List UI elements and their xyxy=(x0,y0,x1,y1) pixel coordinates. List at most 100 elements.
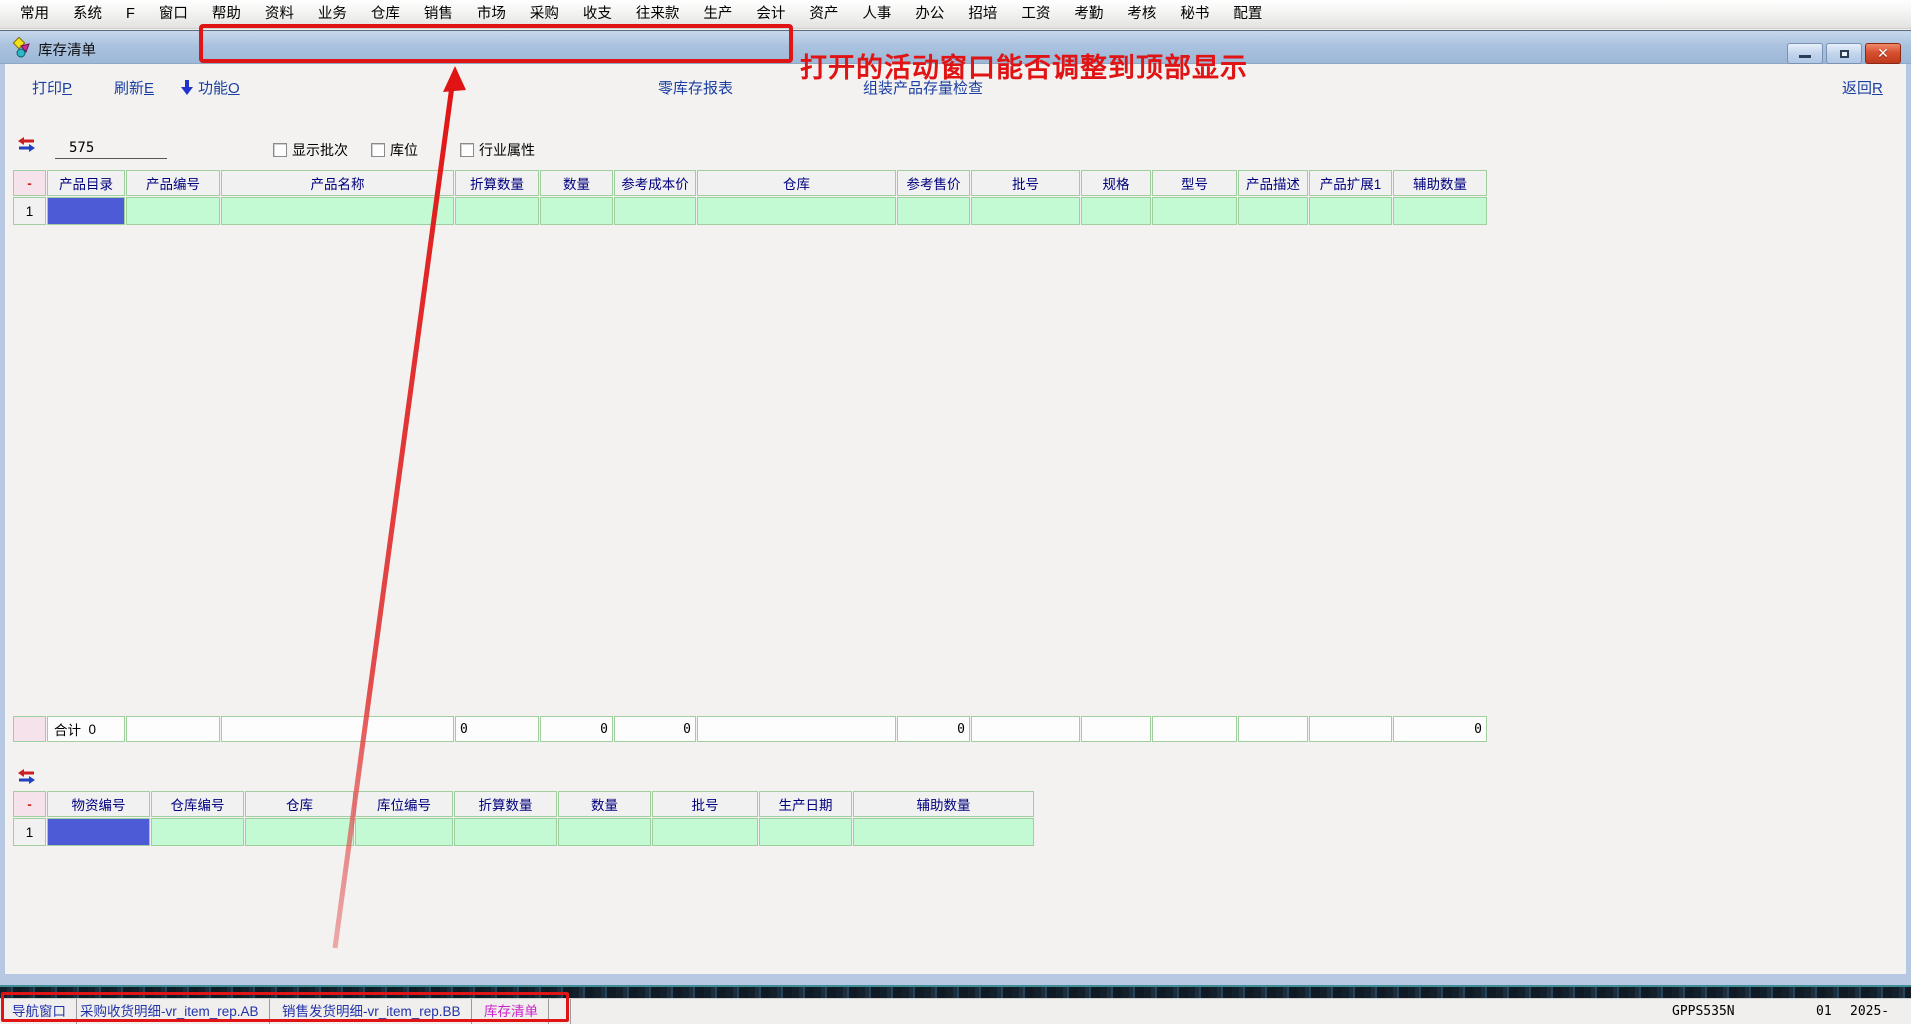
grid-cell[interactable] xyxy=(1238,197,1308,225)
col-ref-price[interactable]: 参考售价 xyxy=(897,170,970,196)
swap-rows-icon[interactable] xyxy=(18,137,35,155)
col-batch-no2[interactable]: 批号 xyxy=(652,791,758,817)
show-batch-checkbox[interactable]: 显示批次 xyxy=(273,140,348,160)
col-conv-qty2[interactable]: 折算数量 xyxy=(454,791,557,817)
menu-item-recruit[interactable]: 招培 xyxy=(956,0,1009,29)
menu-item-business[interactable]: 业务 xyxy=(306,0,359,29)
grid-cell[interactable] xyxy=(1081,197,1151,225)
menu-item-help[interactable]: 帮助 xyxy=(200,0,253,29)
assembly-stock-check-link[interactable]: 组装产品存量检查 xyxy=(863,77,983,98)
menu-item-hr[interactable]: 人事 xyxy=(850,0,903,29)
menu-item-assessment[interactable]: 考核 xyxy=(1115,0,1168,29)
col-product-catalog[interactable]: 产品目录 xyxy=(47,170,125,196)
zero-stock-report-link[interactable]: 零库存报表 xyxy=(658,77,733,98)
detail-grid: - 物资编号 仓库编号 仓库 库位编号 折算数量 数量 批号 生产日期 辅助数量… xyxy=(13,791,1034,846)
col-warehouse-code[interactable]: 仓库编号 xyxy=(151,791,244,817)
menu-item-window[interactable]: 窗口 xyxy=(147,0,200,29)
col-model[interactable]: 型号 xyxy=(1152,170,1237,196)
menu-item-purchase[interactable]: 采购 xyxy=(518,0,571,29)
col-spec[interactable]: 规格 xyxy=(1081,170,1151,196)
grid-cell[interactable] xyxy=(455,197,539,225)
grid-cell[interactable] xyxy=(897,197,970,225)
col-material-code[interactable]: 物资编号 xyxy=(47,791,150,817)
grid-cell[interactable] xyxy=(1152,197,1237,225)
grid-cell[interactable] xyxy=(245,818,354,846)
col-warehouse2[interactable]: 仓库 xyxy=(245,791,354,817)
col-qty[interactable]: 数量 xyxy=(540,170,613,196)
grid-cell[interactable] xyxy=(355,818,453,846)
row-number-cell[interactable]: 1 xyxy=(13,197,46,225)
menu-item-data[interactable]: 资料 xyxy=(253,0,306,29)
maximize-button[interactable] xyxy=(1826,43,1862,64)
col-location-code[interactable]: 库位编号 xyxy=(355,791,453,817)
menu-item-secretary[interactable]: 秘书 xyxy=(1168,0,1221,29)
menu-item-f[interactable]: F xyxy=(114,0,147,29)
col-qty2[interactable]: 数量 xyxy=(558,791,651,817)
totals-cost: 0 xyxy=(614,716,696,742)
back-button[interactable]: 返回R xyxy=(1842,77,1883,98)
menu-item-payments[interactable]: 收支 xyxy=(571,0,624,29)
status-page: 01 xyxy=(1816,999,1832,1024)
col-product-ext1[interactable]: 产品扩展1 xyxy=(1309,170,1392,196)
function-button[interactable]: 功能O xyxy=(181,77,240,99)
col-aux-qty[interactable]: 辅助数量 xyxy=(1393,170,1487,196)
menu-item-common[interactable]: 常用 xyxy=(8,0,61,29)
location-checkbox[interactable]: 库位 xyxy=(371,140,418,160)
grid-cell[interactable] xyxy=(221,197,454,225)
window-title-bar[interactable]: 库存清单 ✕ xyxy=(0,31,1911,64)
menu-item-warehouse[interactable]: 仓库 xyxy=(359,0,412,29)
col-conv-qty[interactable]: 折算数量 xyxy=(455,170,539,196)
grid-cell[interactable] xyxy=(151,818,244,846)
swap-rows-icon-2[interactable] xyxy=(18,769,35,787)
record-count-input[interactable] xyxy=(55,137,167,159)
tab-sales-shipment-detail[interactable]: 销售发货明细-vr_item_rep.BB xyxy=(272,999,472,1024)
menu-item-office[interactable]: 办公 xyxy=(903,0,956,29)
col-aux-qty2[interactable]: 辅助数量 xyxy=(853,791,1034,817)
menu-item-assets[interactable]: 资产 xyxy=(797,0,850,29)
industry-attr-checkbox[interactable]: 行业属性 xyxy=(460,140,535,160)
col-warehouse[interactable]: 仓库 xyxy=(697,170,896,196)
grid-cell[interactable] xyxy=(1309,197,1392,225)
menu-item-system[interactable]: 系统 xyxy=(61,0,114,29)
menu-item-accounts[interactable]: 往来款 xyxy=(624,0,692,29)
grid-cell[interactable] xyxy=(652,818,758,846)
grid-corner-cell[interactable]: - xyxy=(13,170,46,196)
totals-label-cell: 合计 0 xyxy=(47,716,125,742)
tab-inventory-list[interactable]: 库存清单 xyxy=(474,999,549,1024)
col-product-desc[interactable]: 产品描述 xyxy=(1238,170,1308,196)
grid-cell[interactable] xyxy=(614,197,696,225)
menu-item-attendance[interactable]: 考勤 xyxy=(1062,0,1115,29)
menu-item-config[interactable]: 配置 xyxy=(1221,0,1274,29)
grid-cell[interactable] xyxy=(540,197,613,225)
close-button[interactable]: ✕ xyxy=(1865,43,1901,64)
grid-cell[interactable] xyxy=(853,818,1034,846)
menu-item-production[interactable]: 生产 xyxy=(691,0,744,29)
print-button[interactable]: 打印P xyxy=(32,77,72,98)
refresh-button[interactable]: 刷新E xyxy=(114,77,154,98)
grid-cell[interactable] xyxy=(759,818,852,846)
col-product-code[interactable]: 产品编号 xyxy=(126,170,220,196)
window-right-border xyxy=(1906,64,1911,974)
col-prod-date[interactable]: 生产日期 xyxy=(759,791,852,817)
selected-cell[interactable] xyxy=(47,818,150,846)
grid-cell[interactable] xyxy=(697,197,896,225)
grid-corner-cell[interactable]: - xyxy=(13,791,46,817)
col-product-name[interactable]: 产品名称 xyxy=(221,170,454,196)
grid-cell[interactable] xyxy=(454,818,557,846)
menu-item-sales[interactable]: 销售 xyxy=(412,0,465,29)
menu-item-accounting[interactable]: 会计 xyxy=(744,0,797,29)
selected-cell[interactable] xyxy=(47,197,125,225)
tab-purchase-receipt-detail[interactable]: 采购收货明细-vr_item_rep.AB xyxy=(70,999,270,1024)
grid-cell[interactable] xyxy=(971,197,1080,225)
col-batch-no[interactable]: 批号 xyxy=(971,170,1080,196)
grid-cell[interactable] xyxy=(1393,197,1487,225)
grid-cell[interactable] xyxy=(126,197,220,225)
menu-item-payroll[interactable]: 工资 xyxy=(1009,0,1062,29)
totals-conv-qty: 0 xyxy=(455,716,539,742)
col-ref-cost[interactable]: 参考成本价 xyxy=(614,170,696,196)
menu-item-market[interactable]: 市场 xyxy=(465,0,518,29)
row-number-cell[interactable]: 1 xyxy=(13,818,46,846)
grid-cell[interactable] xyxy=(558,818,651,846)
tab-nav-window[interactable]: 导航窗口 xyxy=(2,999,77,1024)
minimize-button[interactable] xyxy=(1787,43,1823,64)
